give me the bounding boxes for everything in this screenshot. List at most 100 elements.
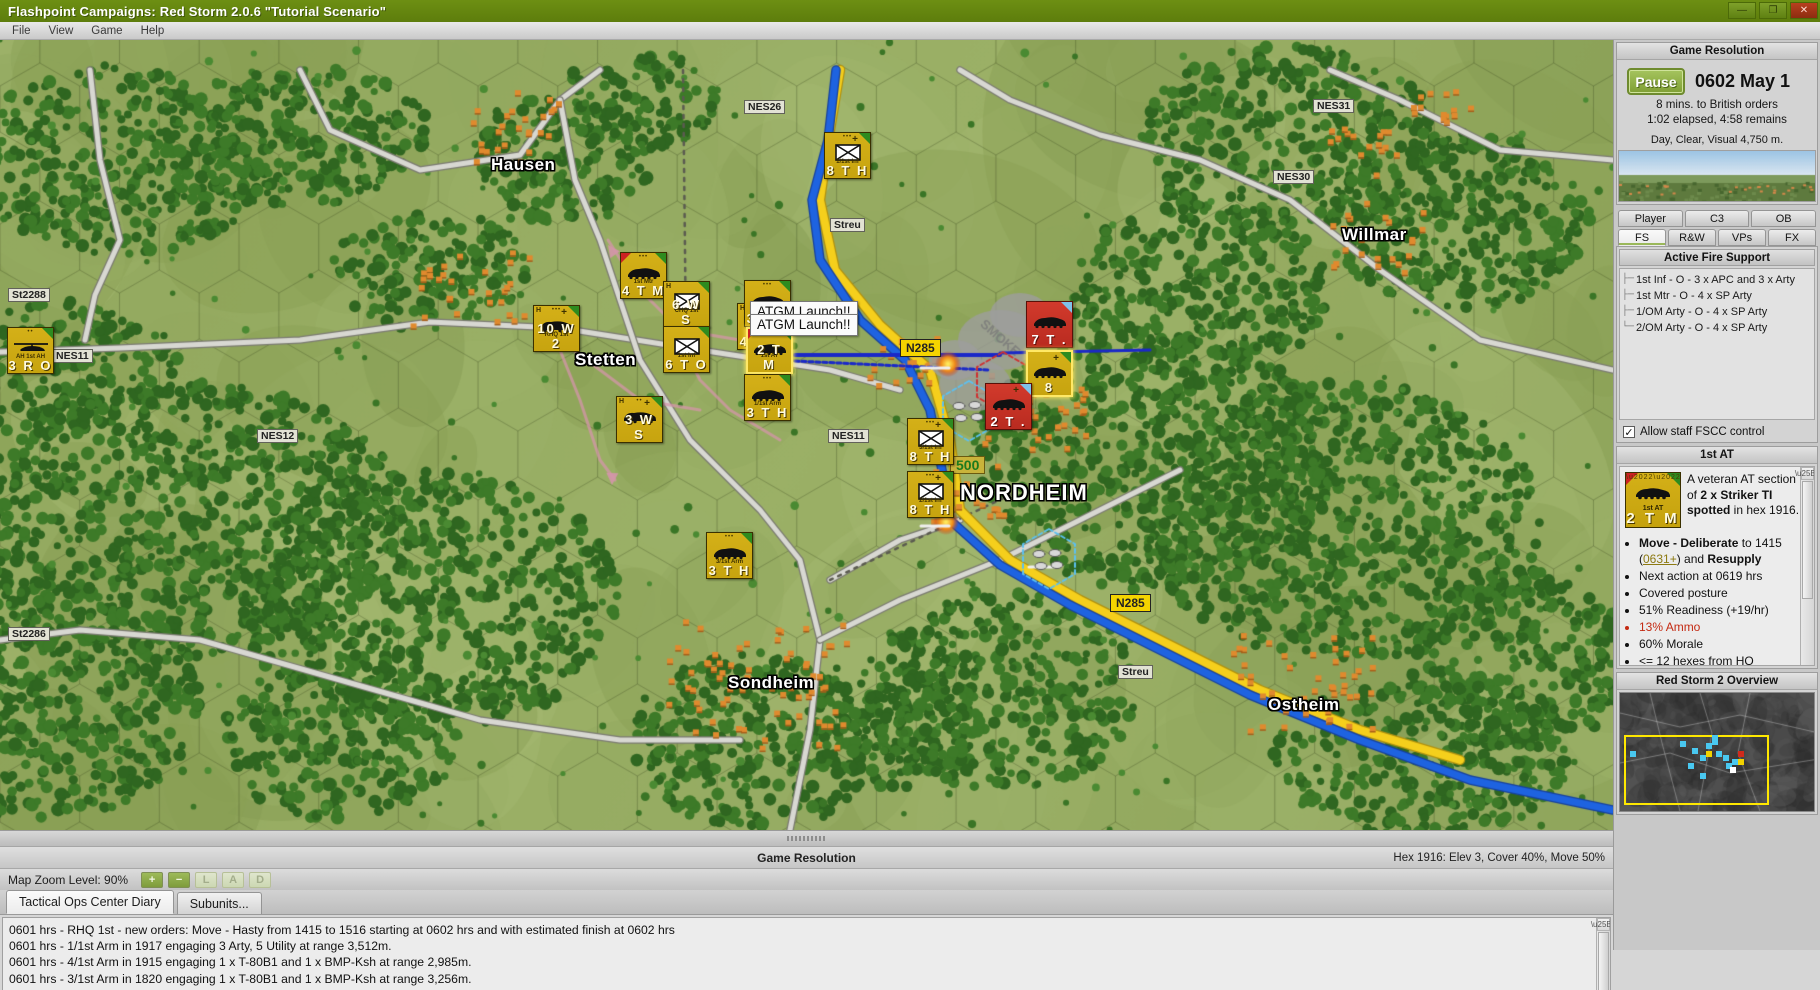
fire-support-item[interactable]: ├─ 1/OM Arty - O - 4 x SP Arty bbox=[1622, 304, 1812, 320]
counter-size-dots: ••• bbox=[724, 534, 735, 540]
tab-vps[interactable]: VPs bbox=[1718, 229, 1766, 246]
victory-point-marker[interactable]: 500 bbox=[950, 456, 986, 474]
unit-scrollbar[interactable]: \u25B2 bbox=[1795, 467, 1814, 665]
unit-scroll-thumb[interactable] bbox=[1802, 481, 1813, 599]
counter-size-dots: ••• bbox=[925, 473, 936, 479]
fire-support-label: 2/OM Arty - O - 4 x SP Arty bbox=[1636, 322, 1768, 334]
unit-scroll-up-icon[interactable]: \u25B2 bbox=[1795, 467, 1814, 480]
log-tab-subunits[interactable]: Subunits... bbox=[176, 892, 262, 914]
unit-counter-1_1starm[interactable]: ••• 1/1st Arm 3 T H bbox=[744, 374, 791, 421]
unit-desc-part2: in hex 1916. bbox=[1730, 503, 1800, 517]
counter-values: 6 T O bbox=[665, 357, 708, 372]
tree-branch-icon: ├─ bbox=[1622, 306, 1635, 317]
at-vehicle-icon bbox=[1626, 484, 1680, 500]
menu-item-game[interactable]: Game bbox=[83, 24, 130, 38]
fscc-checkbox[interactable]: ✓ bbox=[1623, 426, 1635, 439]
scroll-up-icon[interactable]: \u25B2 bbox=[1591, 918, 1610, 931]
minimap-unit-marker bbox=[1680, 741, 1686, 747]
minimap-unit-marker bbox=[1716, 751, 1722, 757]
splitter-grip[interactable] bbox=[786, 836, 827, 841]
tab-ob[interactable]: OB bbox=[1751, 210, 1817, 227]
unit-counter-1stmtr[interactable]: ••• 1st Mtr 4 T M bbox=[620, 252, 667, 299]
unit-counter-red7[interactable]: 7 T . bbox=[1026, 301, 1073, 348]
town-label-sondheim: Sondheim bbox=[728, 673, 815, 692]
panel-tabs-row-2: FS R&W VPs FX bbox=[1616, 227, 1818, 246]
unit-counter-chq1st[interactable]: H CHQ 1st 6 W S bbox=[663, 281, 710, 328]
log-panel[interactable]: 0601 hrs - RHQ 1st - new orders: Move - … bbox=[2, 917, 1611, 990]
tree-branch-icon: ├─ bbox=[1622, 290, 1635, 301]
title-bar: Flashpoint Campaigns: Red Storm 2.0.6 "T… bbox=[0, 0, 1820, 22]
tab-fs[interactable]: FS bbox=[1618, 229, 1666, 246]
town-label-willmar: Willmar bbox=[1342, 225, 1407, 244]
counter-size-dots: •• bbox=[27, 329, 34, 335]
unit-status-list: Move - Deliberate to 1415 (0631+) and Re… bbox=[1639, 535, 1808, 665]
log-scrollbar[interactable]: \u25B2 bbox=[1591, 918, 1610, 990]
counter-values: 2 T M bbox=[757, 342, 782, 372]
unit-counter-1_1stinf[interactable]: ••• +1/1st Inf 8 T H bbox=[824, 132, 871, 179]
minimap-unit-marker bbox=[1630, 751, 1636, 757]
pause-button[interactable]: Pause bbox=[1627, 68, 1685, 95]
unit-counter-h3ws[interactable]: •• H +3 W S bbox=[616, 396, 663, 443]
hex-info-label: Hex 1916: Elev 3, Cover 40%, Move 50% bbox=[1393, 851, 1605, 864]
minimap-unit-marker bbox=[1700, 773, 1706, 779]
road-label-streu: Streu bbox=[830, 218, 865, 232]
fire-support-label: 1st Mtr - O - 4 x SP Arty bbox=[1636, 290, 1752, 302]
unit-counter-rhq1st[interactable]: ••• H + RHQ 1st 10 W 2 bbox=[533, 305, 580, 352]
fscc-checkbox-label: Allow staff FSCC control bbox=[1640, 426, 1765, 438]
fire-support-item[interactable]: ├─ 1st Inf - O - 3 x APC and 3 x Arty bbox=[1622, 272, 1812, 288]
active-fire-support-header: Active Fire Support bbox=[1619, 249, 1815, 266]
counter-values: 7 T . bbox=[1031, 332, 1068, 347]
minimap-viewport[interactable] bbox=[1624, 735, 1769, 805]
counter-size-dots: ••• bbox=[842, 134, 853, 140]
unit-counter-icon[interactable]: \u2022\u2022 1st AT 2 T M bbox=[1625, 472, 1681, 528]
tab-fx[interactable]: FX bbox=[1768, 229, 1816, 246]
road-label-streu: Streu bbox=[1118, 665, 1153, 679]
close-button[interactable]: ✕ bbox=[1790, 2, 1818, 19]
counter-values: 4 T M bbox=[621, 283, 666, 298]
zoom-button-d[interactable]: D bbox=[249, 871, 272, 888]
unit-counter-red2[interactable]: +2 T . bbox=[985, 383, 1032, 430]
tab-c3[interactable]: C3 bbox=[1684, 210, 1750, 227]
overview-header: Red Storm 2 Overview bbox=[1617, 673, 1817, 690]
game-clock: 0602 May 1 bbox=[1695, 71, 1791, 91]
counter-values: 8 T H bbox=[909, 502, 952, 517]
zoom-button-a[interactable]: A bbox=[222, 871, 245, 888]
main-area: Hausen Stetten Willmar NORDHEIM Sondheim Osth… bbox=[0, 40, 1820, 990]
menu-item-help[interactable]: Help bbox=[133, 24, 173, 38]
minimize-button[interactable]: — bbox=[1728, 2, 1756, 19]
zoom-button-minus[interactable]: − bbox=[168, 871, 191, 888]
counter-size-dots: ••• bbox=[762, 376, 773, 382]
fire-support-list[interactable]: ├─ 1st Inf - O - 3 x APC and 3 x Arty ├─ 1s… bbox=[1619, 268, 1815, 420]
zoom-button-plus[interactable]: + bbox=[141, 871, 164, 888]
overview-minimap[interactable] bbox=[1619, 692, 1815, 812]
fire-support-item[interactable]: ├─ 1st Mtr - O - 4 x SP Arty bbox=[1622, 288, 1812, 304]
unit-counter-2_1stinf[interactable]: ••• +2/1st Inf 8 T H bbox=[907, 471, 954, 518]
maximize-button[interactable]: ❐ bbox=[1759, 2, 1787, 19]
unit-counter-3_1starm[interactable]: ••• 3/1st Arm 3 T H bbox=[706, 532, 753, 579]
unit-counter-ah1st[interactable]: •• AH 1st AH 3 R O bbox=[7, 327, 54, 374]
unit-status-item: Covered posture bbox=[1639, 585, 1808, 601]
menu-item-view[interactable]: View bbox=[41, 24, 82, 38]
minimap-unit-marker bbox=[1712, 739, 1718, 745]
counter-values: 3 W S bbox=[624, 412, 655, 442]
fscc-checkbox-row[interactable]: ✓ Allow staff FSCC control bbox=[1617, 422, 1817, 442]
map-splitter[interactable] bbox=[0, 830, 1613, 846]
log-line: 0601 hrs - 1/1st Arm in 1917 engaging 3 … bbox=[9, 939, 392, 954]
unit-counter-1stinf[interactable]: 1st Inf 6 T O bbox=[663, 326, 710, 373]
minimap-unit-marker bbox=[1706, 751, 1712, 757]
counter-size-dots: ••• bbox=[925, 420, 936, 426]
tab-player[interactable]: Player bbox=[1618, 210, 1683, 227]
counter-values: 6 W S bbox=[671, 297, 702, 327]
scroll-thumb[interactable] bbox=[1598, 932, 1609, 990]
menu-item-file[interactable]: File bbox=[4, 24, 39, 38]
unit-detail-body[interactable]: \u2022\u2022 1st AT 2 T M A veteran AT s… bbox=[1619, 466, 1815, 666]
unit-counter-yel8[interactable]: +8 bbox=[1026, 350, 1073, 397]
counter-symbol-tank-icon bbox=[1027, 311, 1072, 331]
unit-counter-3_1stinf[interactable]: ••• +3/1st Inf 8 T H bbox=[907, 418, 954, 465]
zoom-button-l[interactable]: L bbox=[195, 871, 218, 888]
tactical-map[interactable]: Hausen Stetten Willmar NORDHEIM Sondheim Osth… bbox=[0, 40, 1613, 830]
tab-rw[interactable]: R&W bbox=[1668, 229, 1716, 246]
road-label-st2286: St2286 bbox=[8, 627, 50, 641]
log-tab-tactical-ops-center-diary[interactable]: Tactical Ops Center Diary bbox=[6, 890, 174, 914]
fire-support-item[interactable]: └─ 2/OM Arty - O - 4 x SP Arty bbox=[1622, 320, 1812, 336]
